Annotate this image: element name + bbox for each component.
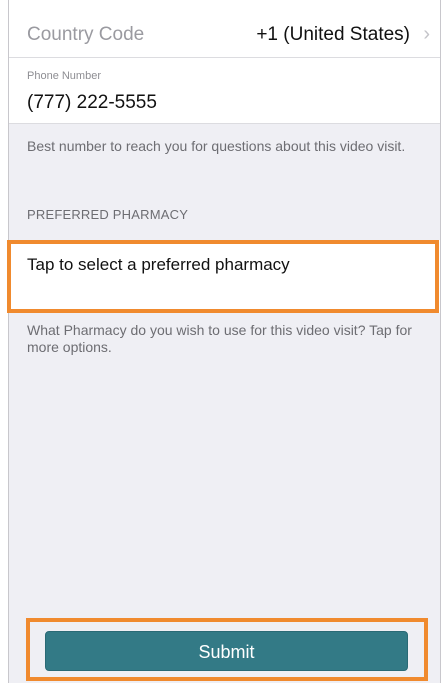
chevron-right-icon: › [423,23,430,45]
phone-help-text: Best number to reach you for questions a… [27,138,406,154]
pharmacy-select-row[interactable]: Tap to select a preferred pharmacy [9,240,440,313]
phone-number-field[interactable]: Phone Number (777) 222-5555 [9,58,440,124]
pharmacy-section-header: PREFERRED PHARMACY [27,207,189,222]
pharmacy-select-label: Tap to select a preferred pharmacy [27,255,290,274]
form-screen: Country Code +1 (United States) › Phone … [8,0,441,683]
country-code-value: +1 (United States) [256,24,410,45]
phone-number-value[interactable]: (777) 222-5555 [27,92,157,114]
pharmacy-help-text: What Pharmacy do you wish to use for thi… [27,322,412,355]
phone-number-label: Phone Number [27,70,101,82]
submit-button[interactable]: Submit [45,631,408,671]
country-code-label: Country Code [27,24,145,45]
country-code-row[interactable]: Country Code +1 (United States) › [9,0,440,58]
